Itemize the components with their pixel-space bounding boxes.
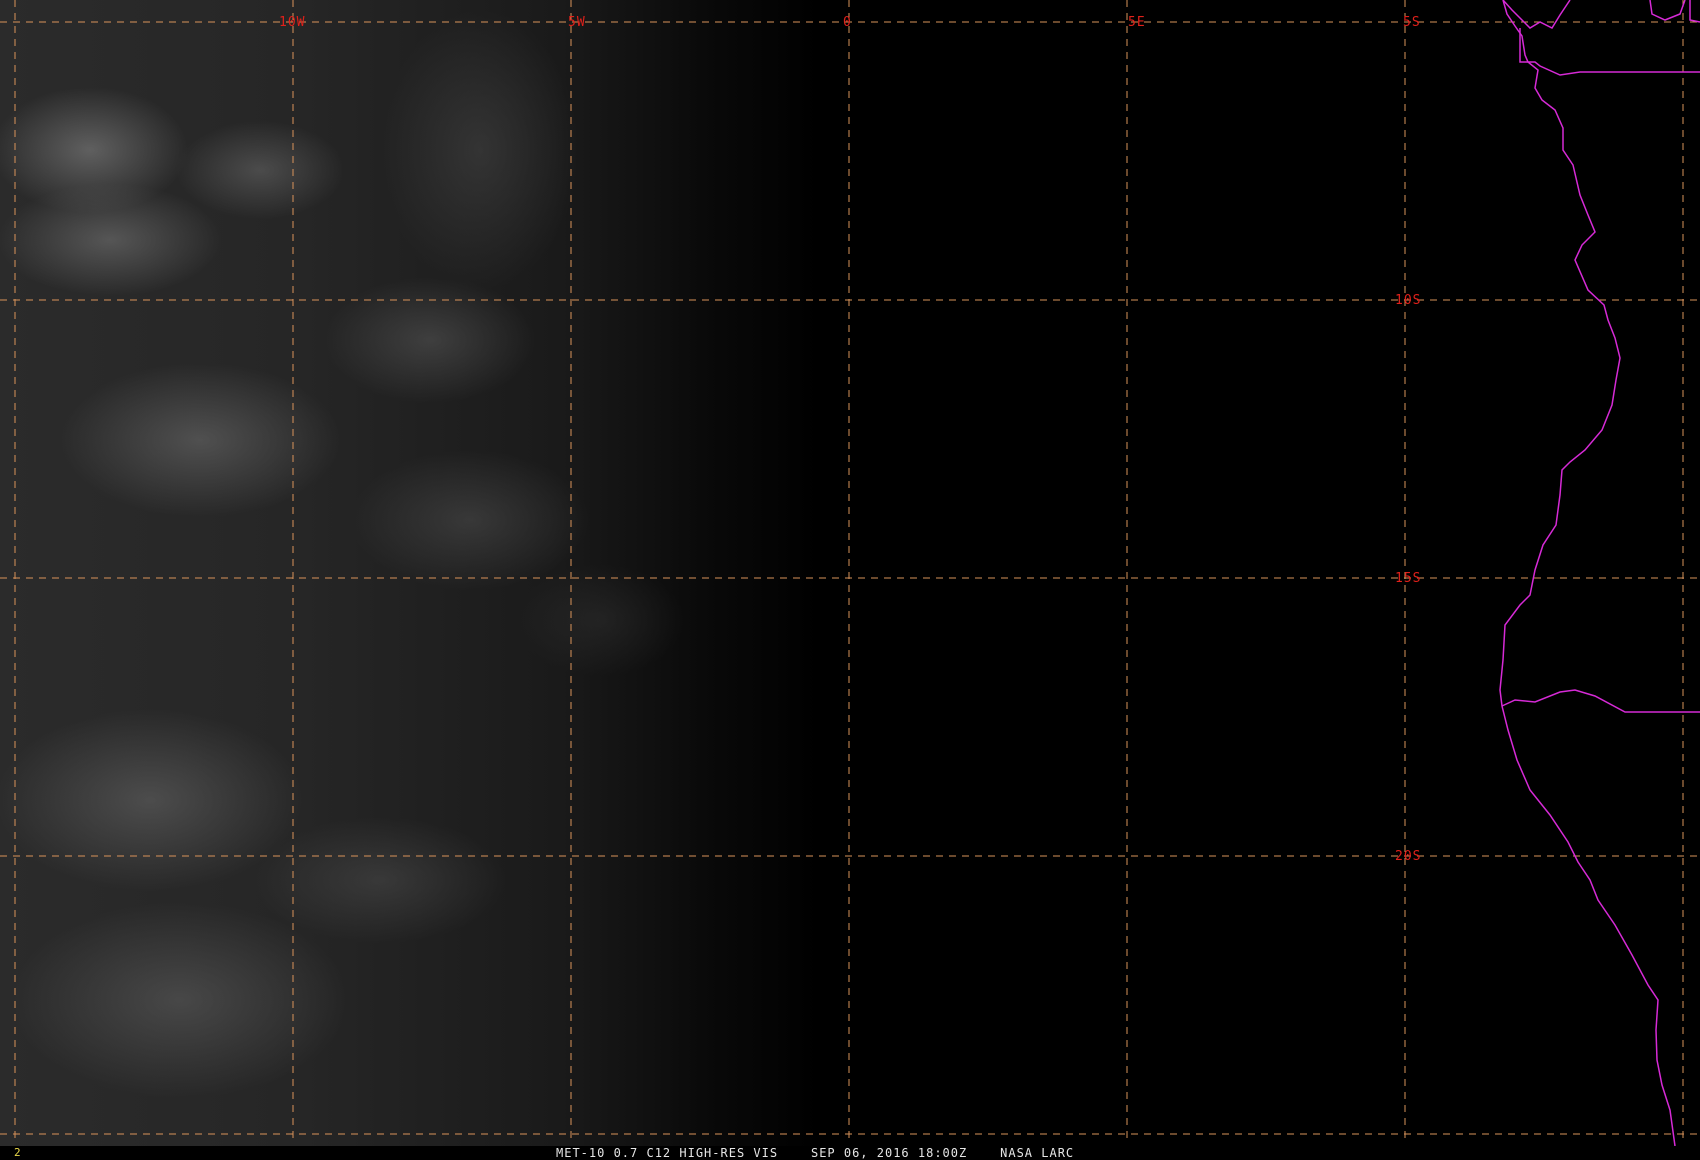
grid-labels: 10W 5W 0 5E 5S 10S 15S 20S	[279, 15, 1421, 864]
satellite-image-viewer: 10W 5W 0 5E 5S 10S 15S 20S 2 MET-10 0.7 …	[0, 0, 1700, 1160]
coastline-borders	[1499, 0, 1700, 1146]
lon-label-5w: 5W	[568, 15, 586, 30]
lat-label-15s: 15S	[1395, 571, 1421, 586]
status-bar: 2 MET-10 0.7 C12 HIGH-RES VIS SEP 06, 20…	[0, 1146, 1700, 1160]
lat-label-10s: 10S	[1395, 293, 1421, 308]
lat-lon-grid	[0, 0, 1700, 1140]
lat-label-5s: 5S	[1403, 15, 1421, 30]
coastline	[1499, 0, 1676, 1146]
border-drc-inland	[1649, 0, 1686, 21]
lon-label-10w: 10W	[279, 15, 305, 30]
border-drc-north	[1519, 28, 1700, 76]
map-overlay: 10W 5W 0 5E 5S 10S 15S 20S	[0, 0, 1700, 1146]
frame-number: 2	[14, 1146, 21, 1159]
lon-label-0: 0	[843, 15, 852, 30]
border-east-edge	[1689, 0, 1700, 23]
border-angola-namibia	[1501, 689, 1700, 713]
image-caption: MET-10 0.7 C12 HIGH-RES VIS SEP 06, 2016…	[556, 1146, 1075, 1160]
lat-label-20s: 20S	[1395, 849, 1421, 864]
lon-label-5e: 5E	[1128, 15, 1146, 30]
